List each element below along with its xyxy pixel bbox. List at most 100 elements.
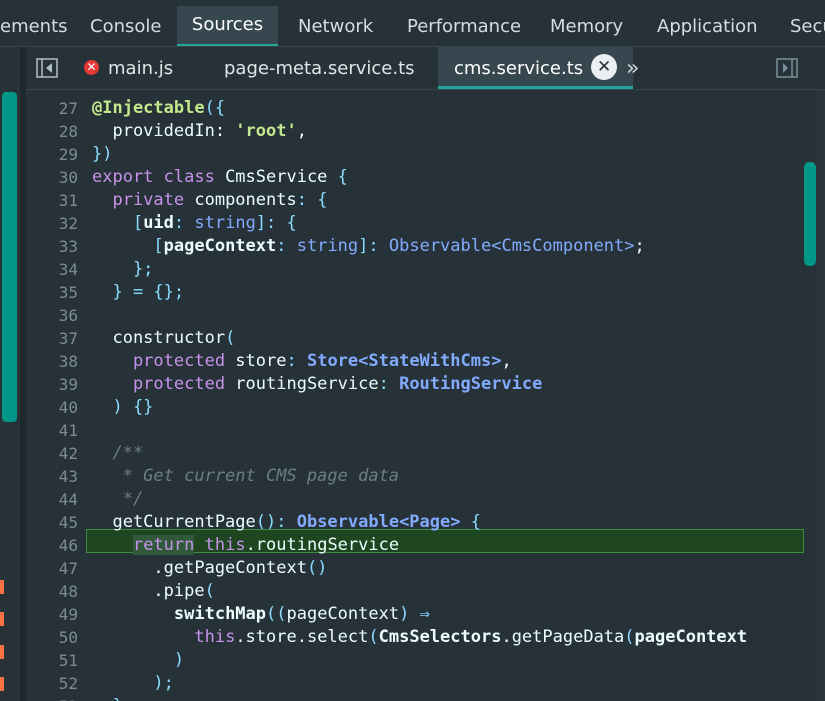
navigator-marker <box>0 580 4 594</box>
tab-elements[interactable]: ements <box>0 6 68 47</box>
code-line[interactable]: * Get current CMS page data <box>92 465 825 488</box>
file-tab-page-meta-service[interactable]: page-meta.service.ts <box>224 47 415 89</box>
punctuation: ( <box>368 627 379 647</box>
punctuation: ) <box>92 650 185 670</box>
navigator-marker <box>0 645 4 659</box>
editor-scrollbar-thumb[interactable] <box>804 162 816 266</box>
toggle-debugger-icon[interactable] <box>776 58 798 78</box>
line-number[interactable]: 41 <box>26 419 78 442</box>
line-number[interactable]: 33 <box>26 235 78 258</box>
file-tab-cms-service[interactable]: cms.service.ts ✕ <box>438 47 634 89</box>
code-line[interactable]: }; <box>92 258 825 281</box>
line-number[interactable]: 35 <box>26 281 78 304</box>
code-line[interactable]: getCurrentPage(): Observable<Page> { <box>92 511 825 534</box>
code-line-current[interactable]: return this.routingService <box>92 534 825 557</box>
line-number[interactable]: 34 <box>26 258 78 281</box>
line-number[interactable]: 52 <box>26 672 78 695</box>
tab-memory[interactable]: Memory <box>550 6 623 47</box>
code-line[interactable]: export class CmsService { <box>92 166 825 189</box>
code-line[interactable]: .getPageContext() <box>92 557 825 580</box>
punctuation: ({ <box>204 98 226 118</box>
line-number[interactable]: 49 <box>26 603 78 626</box>
class-name: CmsService <box>225 167 338 187</box>
method-call: .store.select <box>235 627 369 647</box>
code-line[interactable]: protected store: Store<StateWithCms>, <box>92 350 825 373</box>
code-line[interactable]: [pageContext: string]: Observable<CmsCom… <box>92 235 825 258</box>
tab-sources[interactable]: Sources <box>177 6 278 47</box>
code-line[interactable]: } = {}; <box>92 281 825 304</box>
code-line[interactable]: ); <box>92 672 825 695</box>
keyword: return <box>132 535 195 555</box>
code-line[interactable]: ) {} <box>92 396 825 419</box>
method-call: .getPageData <box>501 627 625 647</box>
code-line[interactable] <box>92 304 825 327</box>
type: Observable<CmsComponent> <box>388 236 635 256</box>
line-number[interactable]: 27 <box>26 97 78 120</box>
line-number[interactable]: 40 <box>26 396 78 419</box>
more-tabs-icon[interactable]: » <box>626 47 639 89</box>
code-line[interactable]: }) <box>92 143 825 166</box>
comment: */ <box>92 489 144 509</box>
file-tab-label: main.js <box>108 58 174 79</box>
code-editor[interactable]: 27 28 29 30 31 32 33 34 35 36 37 38 39 4… <box>26 90 825 701</box>
line-number[interactable]: 36 <box>26 304 78 327</box>
line-number[interactable]: 31 <box>26 189 78 212</box>
code-line[interactable]: ) <box>92 649 825 672</box>
code-line[interactable]: switchMap((pageContext) ⇒ <box>92 603 825 626</box>
file-tab-main-js[interactable]: ✕ main.js <box>84 47 173 89</box>
type: Observable<Page> <box>296 512 461 532</box>
code-line[interactable]: */ <box>92 488 825 511</box>
line-number[interactable]: 45 <box>26 511 78 534</box>
punctuation: : <box>286 351 307 371</box>
punctuation: ) {} <box>92 397 154 417</box>
line-number[interactable]: 48 <box>26 580 78 603</box>
code-line[interactable]: providedIn: 'root', <box>92 120 825 143</box>
code-line[interactable]: /** <box>92 442 825 465</box>
line-number[interactable]: 47 <box>26 557 78 580</box>
punctuation: : <box>173 213 195 233</box>
line-number[interactable]: 46 <box>26 534 78 557</box>
tab-application[interactable]: Application <box>657 6 758 47</box>
line-number[interactable]: 28 <box>26 120 78 143</box>
navigator-scrollbar-thumb[interactable] <box>2 92 17 422</box>
code-line[interactable]: } <box>92 695 825 701</box>
type: Store<StateWithCms> <box>306 351 502 371</box>
code-line[interactable]: .pipe( <box>92 580 825 603</box>
tab-console[interactable]: Console <box>90 6 161 47</box>
line-number[interactable]: 50 <box>26 626 78 649</box>
tab-network[interactable]: Network <box>298 6 373 47</box>
comment: /** <box>92 443 144 463</box>
close-tab-icon[interactable]: ✕ <box>591 54 618 80</box>
line-number-gutter[interactable]: 27 28 29 30 31 32 33 34 35 36 37 38 39 4… <box>26 90 80 701</box>
code-line[interactable]: this.store.select(CmsSelectors.getPageDa… <box>92 626 825 649</box>
line-number[interactable]: 29 <box>26 143 78 166</box>
punctuation: } = {}; <box>92 282 185 302</box>
comment: * Get current CMS page data <box>92 466 400 486</box>
code-line[interactable] <box>92 419 825 442</box>
line-number[interactable]: 53 <box>26 695 78 701</box>
toggle-navigator-icon[interactable] <box>36 58 58 78</box>
tab-performance[interactable]: Performance <box>407 6 521 47</box>
parameter: store <box>235 351 287 371</box>
keyword: export class <box>92 167 226 187</box>
line-number[interactable]: 37 <box>26 327 78 350</box>
punctuation: ( <box>225 328 236 348</box>
code-line[interactable]: protected routingService: RoutingService <box>92 373 825 396</box>
line-number[interactable]: 43 <box>26 465 78 488</box>
code-line[interactable]: @Injectable({ <box>92 97 825 120</box>
code-line[interactable]: [uid: string]: { <box>92 212 825 235</box>
code-line[interactable]: constructor( <box>92 327 825 350</box>
punctuation: [ <box>92 236 164 256</box>
method-call: .pipe <box>92 581 205 601</box>
tab-security[interactable]: Secu <box>790 6 825 47</box>
line-number[interactable]: 44 <box>26 488 78 511</box>
line-number[interactable]: 32 <box>26 212 78 235</box>
line-number[interactable]: 39 <box>26 373 78 396</box>
line-number[interactable]: 51 <box>26 649 78 672</box>
code-line[interactable]: private components: { <box>92 189 825 212</box>
line-number[interactable]: 30 <box>26 166 78 189</box>
keyword: protected <box>92 374 236 394</box>
line-number[interactable]: 38 <box>26 350 78 373</box>
line-number[interactable]: 42 <box>26 442 78 465</box>
